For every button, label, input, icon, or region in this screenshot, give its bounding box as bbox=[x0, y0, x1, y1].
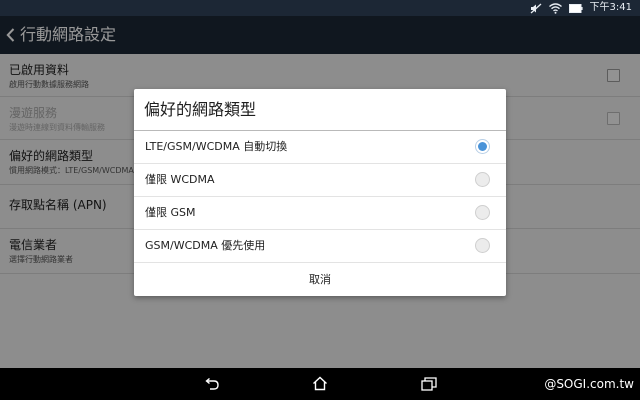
radio-button-selected[interactable] bbox=[475, 139, 490, 154]
option-lte-gsm-wcdma-auto[interactable]: LTE/GSM/WCDMA 自動切換 bbox=[134, 131, 506, 164]
preferred-network-dialog: 偏好的網路類型 LTE/GSM/WCDMA 自動切換 僅限 WCDMA 僅限 G… bbox=[134, 89, 506, 296]
battery-icon bbox=[568, 3, 583, 13]
radio-button[interactable] bbox=[475, 172, 490, 187]
wifi-icon bbox=[548, 2, 562, 14]
option-label: LTE/GSM/WCDMA 自動切換 bbox=[145, 140, 288, 153]
status-icons: 下午3:41 bbox=[530, 1, 632, 15]
recents-icon[interactable] bbox=[421, 376, 437, 395]
option-label: GSM/WCDMA 優先使用 bbox=[145, 239, 266, 252]
back-icon[interactable] bbox=[204, 376, 220, 395]
option-wcdma-only[interactable]: 僅限 WCDMA bbox=[134, 164, 506, 197]
cancel-button[interactable]: 取消 bbox=[134, 263, 506, 296]
option-label: 僅限 GSM bbox=[145, 206, 196, 219]
home-icon[interactable] bbox=[312, 376, 328, 395]
radio-button[interactable] bbox=[475, 238, 490, 253]
mute-icon bbox=[530, 3, 542, 14]
navigation-bar: @SOGI.com.tw bbox=[0, 368, 640, 400]
option-gsm-only[interactable]: 僅限 GSM bbox=[134, 197, 506, 230]
clock: 下午3:41 bbox=[589, 2, 632, 13]
radio-button[interactable] bbox=[475, 205, 490, 220]
status-bar: 下午3:41 bbox=[0, 0, 640, 16]
option-gsm-wcdma-preferred[interactable]: GSM/WCDMA 優先使用 bbox=[134, 230, 506, 263]
option-label: 僅限 WCDMA bbox=[145, 173, 215, 186]
watermark: @SOGI.com.tw bbox=[544, 377, 634, 391]
dialog-title: 偏好的網路類型 bbox=[144, 100, 257, 119]
